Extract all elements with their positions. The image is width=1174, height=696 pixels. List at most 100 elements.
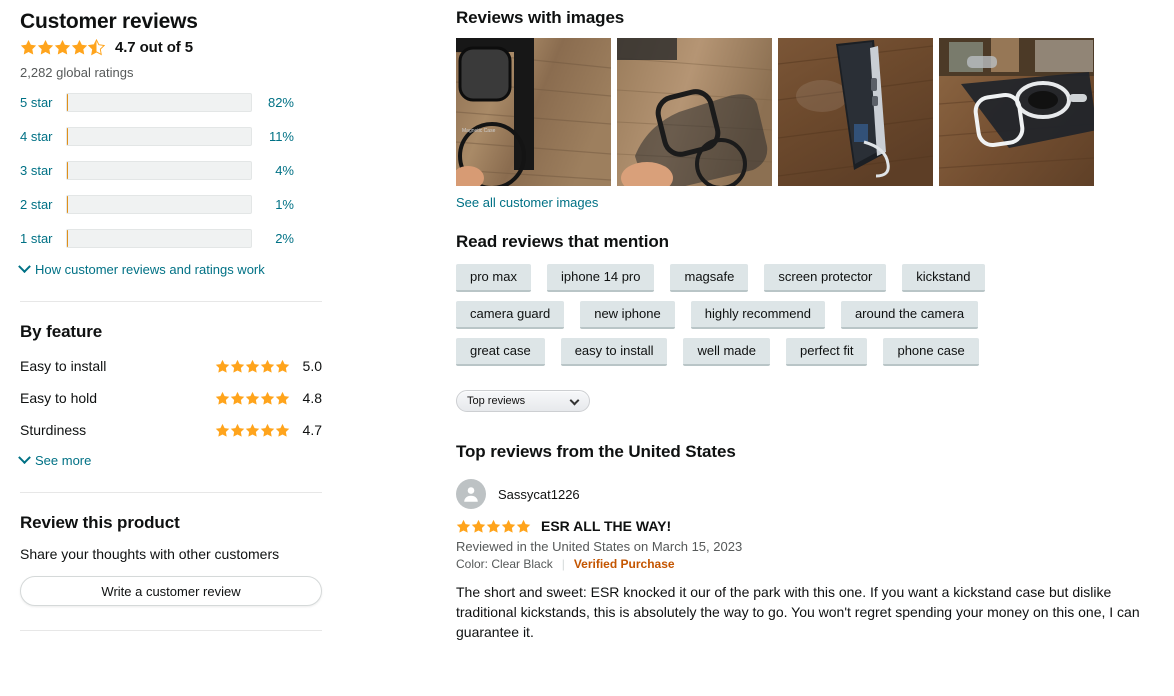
review-this-product-title: Review this product	[20, 513, 180, 532]
mention-tag[interactable]: new iphone	[580, 301, 675, 329]
mention-tag[interactable]: well made	[683, 338, 770, 366]
histogram-label-5-star[interactable]: 5 star	[20, 95, 66, 110]
mention-tag[interactable]: iphone 14 pro	[546, 264, 655, 292]
star-icon	[245, 423, 260, 438]
see-more-label: See more	[35, 453, 92, 468]
histogram-percent[interactable]: 2%	[252, 231, 294, 246]
feature-stars-icon	[215, 359, 290, 374]
histogram-bar-track[interactable]	[66, 93, 252, 112]
customer-image-thumbnail[interactable]: Magnetic Case	[456, 38, 611, 186]
review-body-text: The short and sweet: ESR knocked it our …	[456, 584, 1140, 640]
review-this-product-subtitle: Share your thoughts with other customers	[20, 546, 280, 562]
star-icon	[37, 39, 54, 56]
histogram-label-3-star[interactable]: 3 star	[20, 163, 66, 178]
avatar	[456, 479, 486, 509]
feature-rating-list: Easy to install 5.0 Easy to hold 4.8 Sturdin…	[20, 355, 322, 441]
mention-tag[interactable]: easy to install	[560, 338, 668, 366]
mention-tag[interactable]: around the camera	[840, 301, 979, 329]
mention-tag[interactable]: screen protector	[764, 264, 887, 292]
star-icon	[260, 391, 275, 406]
star-icon	[20, 39, 37, 56]
histogram-row: 4 star 11%	[20, 126, 322, 147]
see-all-customer-images-link[interactable]: See all customer images	[456, 195, 598, 210]
overall-rating-text: 4.7 out of 5	[115, 39, 193, 56]
mention-tag[interactable]: highly recommend	[690, 301, 825, 329]
mention-tag[interactable]: great case	[456, 338, 545, 366]
histogram-percent[interactable]: 82%	[252, 95, 294, 110]
customer-image-thumbnail[interactable]	[939, 38, 1094, 186]
feature-stars-icon	[215, 423, 290, 438]
star-icon	[54, 39, 71, 56]
histogram-row: 2 star 1%	[20, 194, 322, 215]
histogram-bar-track[interactable]	[66, 161, 252, 180]
histogram-bar-fill	[67, 196, 68, 213]
ratings-histogram: 5 star 82% 4 star 11% 3 star 4% 2 star 1% 1 star…	[20, 92, 322, 249]
top-reviews-heading: Top reviews from the United States	[456, 442, 736, 461]
chevron-down-icon	[569, 395, 580, 406]
chevron-down-icon	[18, 260, 31, 274]
write-a-customer-review-button[interactable]: Write a customer review	[20, 576, 322, 606]
star-icon	[260, 359, 275, 374]
reviewer-name: Sassycat1226	[498, 486, 580, 502]
review-stars-icon[interactable]	[456, 519, 531, 534]
how-reviews-work-link[interactable]: How customer reviews and ratings work	[18, 260, 322, 277]
star-icon	[260, 423, 275, 438]
star-icon	[471, 519, 486, 534]
verified-purchase-badge[interactable]: Verified Purchase	[574, 557, 675, 571]
reviewer[interactable]: Sassycat1226	[456, 479, 1156, 509]
see-more-features-link[interactable]: See more	[18, 451, 322, 468]
mention-tag[interactable]: phone case	[883, 338, 979, 366]
mention-tag[interactable]: camera guard	[456, 301, 565, 329]
histogram-label-4-star[interactable]: 4 star	[20, 129, 66, 144]
mention-tag[interactable]: magsafe	[670, 264, 749, 292]
histogram-label-2-star[interactable]: 2 star	[20, 197, 66, 212]
customer-images-strip: Magnetic Case	[456, 38, 1156, 186]
review-color-attribute[interactable]: Color: Clear Black	[456, 557, 553, 571]
histogram-percent[interactable]: 1%	[252, 197, 294, 212]
sort-reviews-select[interactable]: Top reviews	[456, 390, 590, 412]
divider	[20, 630, 322, 631]
star-icon	[456, 519, 471, 534]
divider	[20, 492, 322, 493]
feature-name: Sturdiness	[20, 422, 87, 438]
customer-image-thumbnail[interactable]	[778, 38, 933, 186]
sort-reviews-control: Top reviews	[456, 390, 1156, 412]
histogram-bar-track[interactable]	[66, 195, 252, 214]
how-reviews-work-label: How customer reviews and ratings work	[35, 262, 265, 277]
chevron-down-icon	[18, 451, 31, 465]
star-icon	[230, 391, 245, 406]
by-feature-title: By feature	[20, 322, 103, 341]
histogram-percent[interactable]: 11%	[252, 129, 294, 144]
histogram-bar-track[interactable]	[66, 127, 252, 146]
star-icon	[486, 519, 501, 534]
customer-image-thumbnail[interactable]	[617, 38, 772, 186]
review-date-location: Reviewed in the United States on March 1…	[456, 539, 743, 554]
feature-rating-row: Easy to install 5.0	[20, 355, 322, 377]
feature-stars-icon	[215, 391, 290, 406]
review-title[interactable]: ESR ALL THE WAY!	[541, 518, 671, 534]
mention-tag[interactable]: kickstand	[902, 264, 985, 292]
feature-rating-row: Easy to hold 4.8	[20, 387, 322, 409]
histogram-bar-track[interactable]	[66, 229, 252, 248]
star-icon	[215, 423, 230, 438]
mention-tag[interactable]: perfect fit	[786, 338, 868, 366]
histogram-label-1-star[interactable]: 1 star	[20, 231, 66, 246]
histogram-row: 3 star 4%	[20, 160, 322, 181]
star-icon	[275, 359, 290, 374]
svg-text:Magnetic Case: Magnetic Case	[462, 128, 496, 134]
reviews-summary-column: Customer reviews 4.7 out of 5 2,282 glob…	[18, 8, 322, 631]
star-icon	[245, 391, 260, 406]
star-icon	[88, 39, 105, 56]
star-icon	[501, 519, 516, 534]
customer-reviews-page: Customer reviews 4.7 out of 5 2,282 glob…	[0, 0, 1174, 696]
attribute-separator: |	[561, 557, 565, 571]
mention-tag[interactable]: pro max	[456, 264, 531, 292]
histogram-bar-fill	[67, 230, 68, 247]
overall-stars-icon[interactable]	[20, 39, 105, 56]
star-icon	[230, 423, 245, 438]
divider	[20, 301, 322, 302]
star-icon	[516, 519, 531, 534]
sort-reviews-value: Top reviews	[467, 395, 526, 407]
global-ratings-count: 2,282 global ratings	[20, 65, 134, 80]
histogram-percent[interactable]: 4%	[252, 163, 294, 178]
